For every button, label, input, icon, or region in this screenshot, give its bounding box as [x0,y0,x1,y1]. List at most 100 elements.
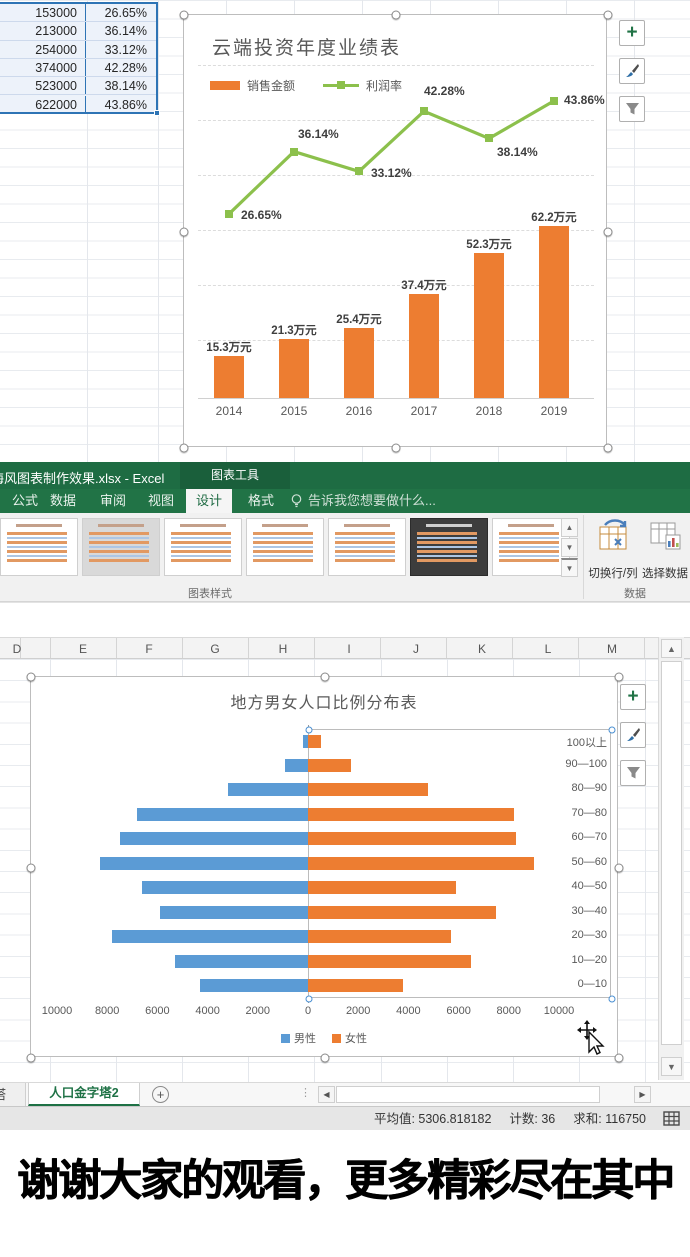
plot-selection-handle[interactable] [609,727,616,734]
chart-filter-button[interactable] [620,760,646,786]
tab-view[interactable]: 视图 [148,489,174,513]
tab-formulas[interactable]: 公式 [12,489,38,513]
tab-review[interactable]: 审阅 [100,489,126,513]
thumbnail-title-line [262,524,308,527]
chart-style-thumbnail[interactable] [328,518,406,576]
chart-style-thumbnail[interactable] [246,518,324,576]
selection-handle[interactable] [392,444,401,453]
male-bar [175,955,308,968]
cell-percent[interactable]: 42.28% [85,59,155,76]
chart-styles-button[interactable] [619,58,645,84]
selection-handle[interactable] [27,673,36,682]
selection-handle[interactable] [27,863,36,872]
chart-filter-button[interactable] [619,96,645,122]
column-header-K[interactable]: K [462,638,502,660]
x-axis-tick-label: 8000 [485,1005,533,1017]
x-axis-tick-label: 2000 [334,1005,382,1017]
sheet-tab-active[interactable]: 人口金字塔2 [28,1083,140,1106]
gallery-more-arrow[interactable]: ▼ [561,558,578,577]
plot-selection-handle[interactable] [306,727,313,734]
table-row[interactable]: 15300026.65% [0,4,156,22]
horizontal-scroll-thumb[interactable] [336,1086,600,1103]
cell-percent[interactable]: 36.14% [85,22,155,39]
selection-handle[interactable] [321,1054,330,1063]
select-data-button[interactable]: 选择数据 [640,517,690,583]
chart-style-thumbnail[interactable] [0,518,78,576]
hscroll-right-arrow[interactable]: ▶ [634,1086,651,1103]
chart-style-thumbnail[interactable] [410,518,488,576]
scroll-down-arrow[interactable]: ▼ [661,1057,682,1076]
sheet-tab-partial[interactable]: 塔 [0,1083,26,1106]
column-header-L[interactable]: L [528,638,568,660]
cell-percent[interactable]: 38.14% [85,77,155,94]
vertical-scroll-thumb[interactable] [661,661,682,1045]
cell-percent[interactable]: 33.12% [85,41,155,58]
category-label: 10—20 [501,954,607,966]
column-header-M[interactable]: M [592,638,632,660]
cell-percent[interactable]: 43.86% [85,96,155,114]
table-row[interactable]: 37400042.28% [0,59,156,77]
column-header-D[interactable]: D [0,638,37,660]
thumbnail-bars [253,532,313,564]
vertical-scrollbar[interactable]: ▲ ▼ [658,637,684,1080]
selection-handle[interactable] [615,863,624,872]
selection-handle[interactable] [180,11,189,20]
column-header-J[interactable]: J [396,638,436,660]
cell-value[interactable]: 153000 [0,4,84,21]
table-row[interactable]: 52300038.14% [0,77,156,95]
tab-data[interactable]: 数据 [50,489,76,513]
switch-row-col-button[interactable]: 切换行/列 [588,517,638,583]
male-bar [228,783,308,796]
cell-percent[interactable]: 26.65% [85,4,155,21]
selection-handle[interactable] [604,11,613,20]
cell-value[interactable]: 254000 [0,41,84,58]
cell-value[interactable]: 622000 [0,96,84,114]
sheet-tab-bar: 塔 人口金字塔2 + ⋮ ◀ ▶ [0,1082,690,1106]
selection-handle[interactable] [615,1054,624,1063]
chart-elements-button[interactable]: + [619,20,645,46]
column-header-G[interactable]: G [195,638,235,660]
thumbnail-bars [7,532,67,564]
column-headers[interactable]: D E F G H I J K L M [0,637,690,659]
combo-chart[interactable]: 云端投资年度业绩表 销售金额 利润率 15.3万元201421.3万元20152… [183,14,607,447]
chart-elements-button[interactable]: + [620,684,646,710]
table-row[interactable]: 62200043.86% [0,96,156,114]
new-sheet-button[interactable]: + [152,1086,169,1103]
chart-style-thumbnail[interactable] [82,518,160,576]
selection-handle[interactable] [604,227,613,236]
gallery-down-arrow[interactable]: ▼ [561,538,578,557]
plot-selection-handle[interactable] [306,996,313,1003]
selection-handle[interactable] [321,673,330,682]
column-header-E[interactable]: E [63,638,103,660]
formula-bar-area [0,602,690,637]
selection-handle[interactable] [180,227,189,236]
category-label: 90—100 [501,758,607,770]
table-row[interactable]: 21300036.14% [0,22,156,40]
cell-value[interactable]: 213000 [0,22,84,39]
cell-value[interactable]: 523000 [0,77,84,94]
chart-style-thumbnail[interactable] [164,518,242,576]
tell-me-box[interactable]: 告诉我您想要做什么... [308,489,436,513]
cell-value[interactable]: 374000 [0,59,84,76]
table-row[interactable]: 25400033.12% [0,41,156,59]
chart-styles-button[interactable] [620,722,646,748]
tab-design-active[interactable]: 设计 [186,489,232,513]
column-header-F[interactable]: F [129,638,169,660]
normal-view-icon[interactable] [663,1111,680,1126]
column-header-H[interactable]: H [263,638,303,660]
selection-handle[interactable] [615,673,624,682]
selection-handle[interactable] [180,444,189,453]
pyramid-chart[interactable]: 地方男女人口比例分布表 100以上90—10080—9070—8060—7050… [30,676,618,1057]
selection-handle[interactable] [392,11,401,20]
selected-cell-range[interactable]: 15300026.65%21300036.14%25400033.12%3740… [0,2,158,114]
chart-style-thumbnail[interactable] [492,518,570,576]
selection-handle[interactable] [604,444,613,453]
tab-format[interactable]: 格式 [248,489,274,513]
plot-selection-handle[interactable] [609,996,616,1003]
x-axis-tick-label: 0 [284,1005,332,1017]
column-header-I[interactable]: I [329,638,369,660]
gallery-up-arrow[interactable]: ▲ [561,518,578,537]
selection-handle[interactable] [27,1054,36,1063]
scroll-up-arrow[interactable]: ▲ [661,639,682,658]
hscroll-left-arrow[interactable]: ◀ [318,1086,335,1103]
